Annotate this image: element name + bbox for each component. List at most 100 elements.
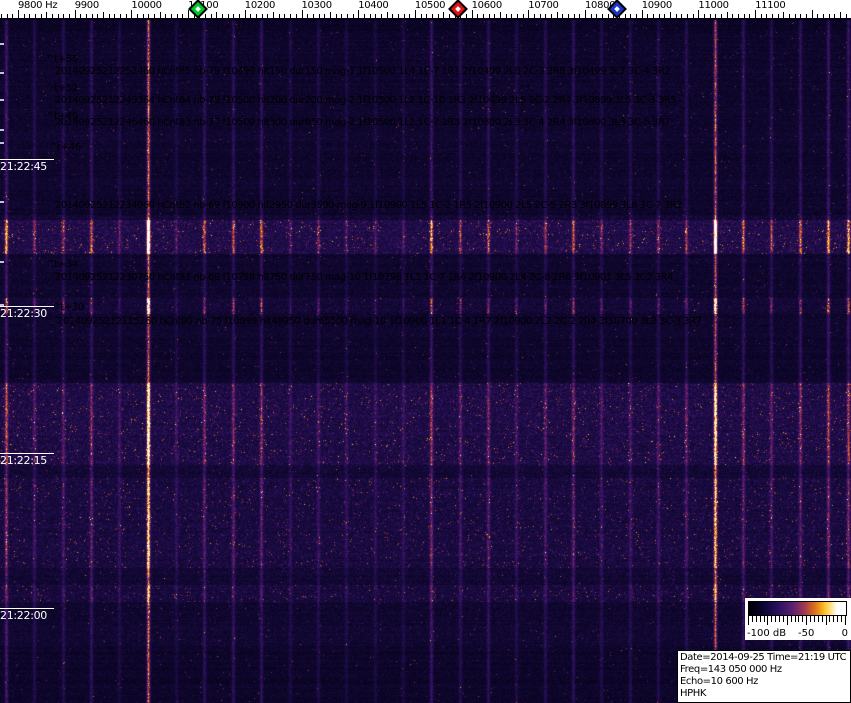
freq-tick <box>772 14 773 18</box>
freq-tick <box>494 14 495 18</box>
freq-tick <box>347 14 348 18</box>
freq-tick <box>267 14 268 18</box>
freq-tick <box>642 10 643 18</box>
freq-tick <box>585 10 586 18</box>
freq-tick <box>681 14 682 18</box>
freq-tick <box>795 14 796 18</box>
freq-tick <box>591 14 592 18</box>
info-frequency: Freq=143 050 000 Hz <box>680 664 782 675</box>
freq-tick <box>302 10 303 18</box>
freq-tick <box>262 14 263 18</box>
freq-tick <box>290 14 291 18</box>
freq-tick <box>364 14 365 18</box>
freq-tick <box>69 14 70 18</box>
spectrogram-waterfall[interactable] <box>0 18 851 703</box>
freq-tick <box>664 14 665 18</box>
freq-tick <box>415 10 416 18</box>
freq-tick <box>574 14 575 18</box>
freq-tick <box>52 14 53 18</box>
freq-tick <box>834 14 835 18</box>
freq-label-10000: 10000 <box>131 0 162 11</box>
freq-tick <box>653 14 654 18</box>
freq-tick <box>154 14 155 18</box>
freq-tick <box>46 12 47 18</box>
freq-tick <box>636 14 637 18</box>
freq-tick <box>63 14 64 18</box>
freq-tick <box>545 14 546 18</box>
freq-tick <box>489 14 490 18</box>
db-label-min: -100 dB <box>747 628 787 639</box>
freq-tick <box>35 14 36 18</box>
freq-tick <box>698 10 699 18</box>
freq-tick <box>75 10 76 18</box>
freq-tick <box>534 14 535 18</box>
freq-tick <box>398 14 399 18</box>
freq-tick <box>568 14 569 18</box>
freq-tick <box>426 14 427 18</box>
frequency-scale[interactable]: 9800 Hz990010000101001020010300104001050… <box>0 0 851 19</box>
freq-tick <box>358 10 359 18</box>
freq-tick <box>109 14 110 18</box>
freq-tick <box>92 14 93 18</box>
waterfall-display-window: 9800 Hz990010000101001020010300104001050… <box>0 0 851 703</box>
freq-tick <box>670 12 671 18</box>
freq-tick <box>477 14 478 18</box>
freq-label-10600: 10600 <box>471 0 503 11</box>
freq-tick <box>1 14 2 18</box>
freq-tick <box>137 14 138 18</box>
freq-tick <box>375 14 376 18</box>
marker-center-dot <box>614 6 620 12</box>
freq-tick <box>738 14 739 18</box>
freq-tick <box>438 14 439 18</box>
freq-tick <box>58 14 59 18</box>
freq-tick <box>766 14 767 18</box>
db-color-scale: -100 dB -50 0 <box>745 598 851 640</box>
freq-tick <box>284 14 285 18</box>
freq-tick <box>778 14 779 18</box>
marker-center-dot <box>455 6 461 12</box>
freq-tick <box>273 12 274 18</box>
freq-tick <box>97 14 98 18</box>
freq-tick <box>840 12 841 18</box>
freq-tick <box>188 10 189 18</box>
freq-tick <box>823 14 824 18</box>
freq-tick <box>710 14 711 18</box>
freq-tick <box>500 12 501 18</box>
freq-label-10700: 10700 <box>528 0 559 11</box>
freq-tick <box>749 14 750 18</box>
freq-tick <box>222 14 223 18</box>
freq-tick <box>676 14 677 18</box>
freq-tick <box>370 14 371 18</box>
freq-tick <box>517 14 518 18</box>
freq-tick <box>245 10 246 18</box>
freq-label-10900: 10900 <box>641 0 673 11</box>
freq-tick <box>103 12 104 18</box>
db-label-max: 0 <box>841 628 848 639</box>
info-station: HPHK <box>680 688 707 699</box>
freq-tick <box>693 14 694 18</box>
freq-tick <box>165 14 166 18</box>
freq-tick <box>171 14 172 18</box>
freq-tick <box>755 10 756 18</box>
marker-red-diamond[interactable] <box>448 0 468 19</box>
freq-tick <box>341 14 342 18</box>
freq-tick <box>313 14 314 18</box>
freq-tick <box>783 12 784 18</box>
freq-tick <box>506 14 507 18</box>
freq-tick <box>239 14 240 18</box>
freq-tick <box>279 14 280 18</box>
freq-tick <box>687 14 688 18</box>
freq-tick <box>715 14 716 18</box>
freq-tick <box>324 14 325 18</box>
freq-tick <box>528 10 529 18</box>
freq-tick <box>557 12 558 18</box>
freq-tick <box>721 14 722 18</box>
freq-tick <box>228 14 229 18</box>
freq-tick <box>319 14 320 18</box>
freq-tick <box>148 14 149 18</box>
freq-label-11100: 11100 <box>755 0 786 11</box>
freq-label-10300: 10300 <box>301 0 333 11</box>
freq-tick <box>596 14 597 18</box>
freq-tick <box>131 10 132 18</box>
freq-tick <box>24 14 25 18</box>
